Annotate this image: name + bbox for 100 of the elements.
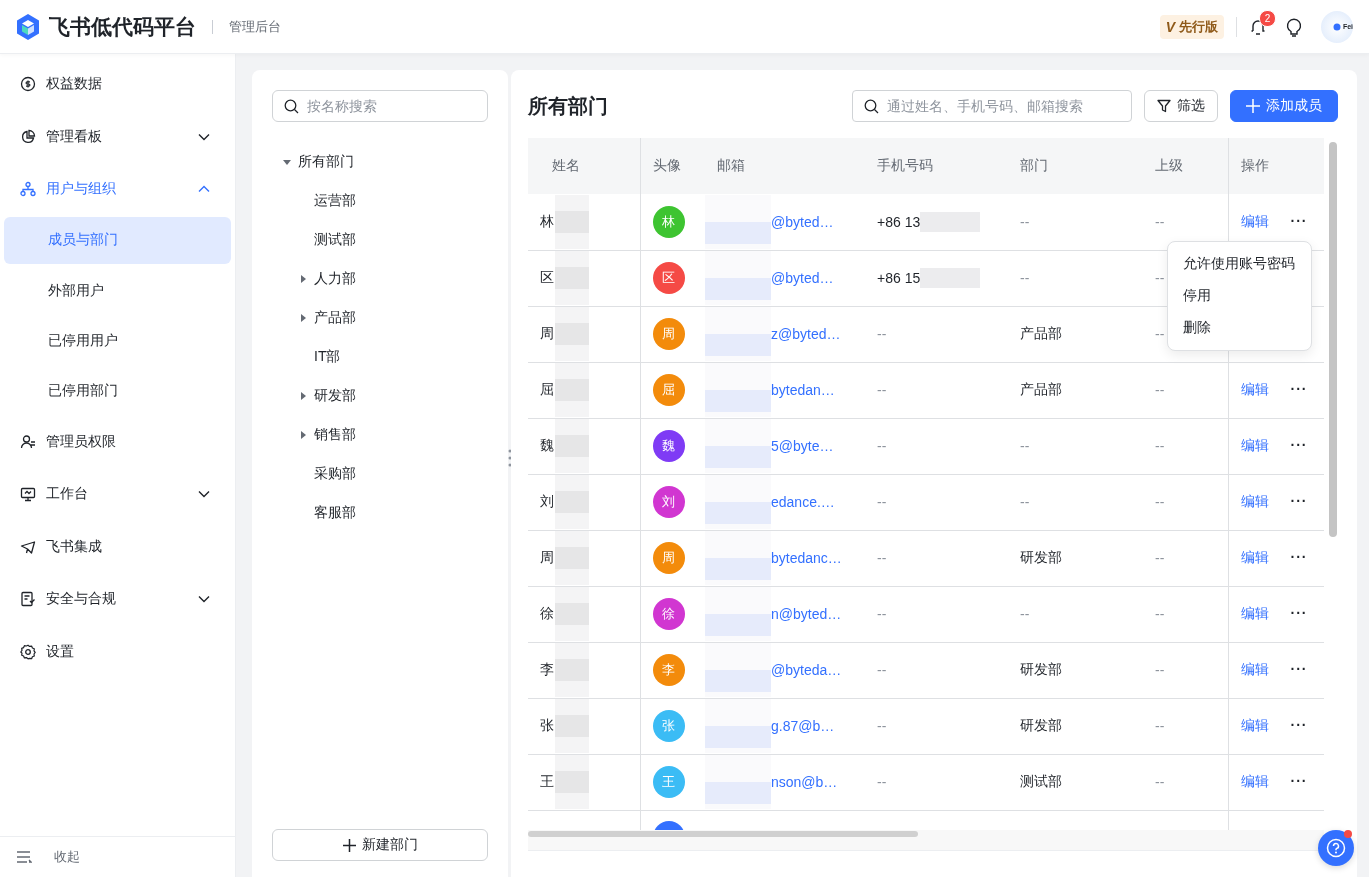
edit-link[interactable]: 编辑: [1240, 773, 1269, 789]
blurred-patch: [705, 699, 771, 753]
blurred-patch: [555, 307, 589, 361]
tree-item[interactable]: 销售部: [314, 425, 356, 444]
email-link[interactable]: @byted…: [771, 213, 834, 230]
caret-right-icon[interactable]: [299, 430, 307, 439]
filter-button[interactable]: 筛选: [1144, 90, 1218, 122]
menu-item[interactable]: 停用: [1168, 280, 1311, 312]
superior-text: --: [1155, 438, 1165, 454]
sidebar-item[interactable]: 已停用用户: [4, 315, 231, 366]
email-link[interactable]: @byted…: [771, 270, 834, 286]
more-button[interactable]: ···: [1290, 493, 1308, 509]
blurred-patch: [555, 587, 589, 641]
name-text: 刘: [540, 493, 554, 511]
blurred-patch: [705, 194, 771, 249]
edit-link[interactable]: 编辑: [1240, 661, 1269, 677]
tree-item[interactable]: 客服部: [314, 503, 356, 522]
tree-item[interactable]: 所有部门: [298, 152, 354, 171]
sidebar-item[interactable]: 已停用部门: [4, 365, 231, 416]
email-link[interactable]: bytedan…: [771, 382, 835, 398]
search-field[interactable]: 按名称搜索: [272, 90, 488, 122]
vertical-scrollbar[interactable]: [1329, 142, 1337, 537]
edit-link[interactable]: 编辑: [1240, 212, 1269, 229]
caret-right-icon[interactable]: [299, 274, 307, 283]
phone-text: --: [877, 718, 887, 734]
new-department-button[interactable]: 新建部门: [272, 829, 488, 861]
edit-link[interactable]: 编辑: [1240, 493, 1269, 509]
tree-item[interactable]: 产品部: [314, 308, 356, 327]
edition-badge[interactable]: V 先行版: [1159, 14, 1224, 39]
collapse-menu-icon[interactable]: [16, 850, 32, 864]
sidebar-item[interactable]: 工作台: [4, 468, 231, 521]
email-link[interactable]: nson@b…: [771, 774, 838, 790]
email-link[interactable]: z@byted…: [771, 326, 841, 342]
tree-item[interactable]: 采购部: [314, 464, 356, 483]
user-avatar: 王: [652, 766, 685, 798]
blurred-patch: [705, 363, 771, 417]
more-button[interactable]: ···: [1290, 212, 1308, 229]
more-button[interactable]: ···: [1290, 381, 1308, 397]
department-text: 产品部: [1020, 325, 1062, 341]
email-link[interactable]: @byteda…: [771, 662, 842, 678]
email-link[interactable]: edance.…: [771, 494, 835, 510]
search-field[interactable]: 通过姓名、手机号码、邮箱搜索: [852, 90, 1132, 122]
caret-right-icon[interactable]: [299, 391, 307, 400]
blurred-patch: [705, 587, 771, 641]
blurred-patch: [705, 755, 771, 809]
more-button[interactable]: ···: [1290, 661, 1308, 677]
user-avatar: 周: [652, 318, 685, 350]
sidebar-item[interactable]: 安全与合规: [4, 573, 231, 626]
caret-right-icon[interactable]: [299, 313, 307, 322]
department-text: --: [1020, 213, 1030, 230]
sidebar-item[interactable]: 用户与组织: [4, 163, 231, 216]
menu-item[interactable]: 删除: [1168, 312, 1311, 344]
email-link[interactable]: n@byted…: [771, 606, 842, 622]
more-button[interactable]: ···: [1290, 549, 1308, 565]
tree-item[interactable]: 测试部: [314, 230, 356, 249]
edit-link[interactable]: 编辑: [1240, 605, 1269, 621]
collapse-link[interactable]: 收起: [54, 848, 80, 866]
scrollbar-thumb[interactable]: [528, 831, 918, 837]
department-text: --: [1020, 270, 1030, 286]
phone-text: --: [877, 550, 887, 566]
help-icon[interactable]: [1326, 838, 1346, 858]
menu-item[interactable]: 允许使用账号密码: [1168, 248, 1311, 280]
more-button[interactable]: ···: [1290, 717, 1308, 733]
tree-item[interactable]: IT部: [314, 347, 341, 366]
department-text: 测试部: [1020, 773, 1062, 789]
more-button[interactable]: ···: [1290, 605, 1308, 621]
sidebar-item[interactable]: 成员与部门: [4, 216, 231, 264]
sidebar-item[interactable]: 权益数据: [4, 58, 231, 111]
more-button[interactable]: ···: [1290, 773, 1308, 789]
caret-down-icon[interactable]: [283, 157, 291, 166]
edit-link[interactable]: 编辑: [1240, 437, 1269, 453]
tree-item[interactable]: 研发部: [314, 386, 356, 405]
horizontal-scrollbar[interactable]: [528, 830, 1324, 850]
column-header: 操作: [1228, 138, 1324, 194]
user-avatar: 徐: [652, 598, 685, 630]
sidebar-item[interactable]: 外部用户: [4, 265, 231, 316]
name-text: 张: [540, 717, 554, 735]
sidebar-item[interactable]: 管理看板: [4, 110, 231, 163]
app-title: 飞书低代码平台: [49, 13, 196, 40]
lightbulb-icon[interactable]: [1285, 16, 1303, 37]
user-avatar: 林: [652, 205, 685, 238]
sidebar-item[interactable]: 设置: [4, 625, 231, 678]
bell-icon[interactable]: [1249, 17, 1267, 36]
email-link[interactable]: bytedanc…: [771, 550, 842, 566]
superior-text: --: [1155, 606, 1165, 622]
email-link[interactable]: g.87@b…: [771, 718, 835, 734]
more-button[interactable]: ···: [1290, 437, 1308, 453]
blurred-patch: [555, 755, 589, 809]
sidebar-item[interactable]: 管理员权限: [4, 415, 231, 468]
tree-item[interactable]: 运营部: [314, 191, 356, 210]
department-text: --: [1020, 494, 1030, 510]
name-text: 屈: [540, 381, 554, 399]
sidebar-item[interactable]: 飞书集成: [4, 520, 231, 573]
edit-link[interactable]: 编辑: [1240, 381, 1269, 397]
tree-item[interactable]: 人力部: [314, 269, 356, 288]
email-link[interactable]: 5@byte…: [771, 438, 834, 454]
edit-link[interactable]: 编辑: [1240, 549, 1269, 565]
blurred-patch: [705, 251, 771, 305]
add-member-button[interactable]: 添加成员: [1230, 90, 1338, 122]
edit-link[interactable]: 编辑: [1240, 717, 1269, 733]
